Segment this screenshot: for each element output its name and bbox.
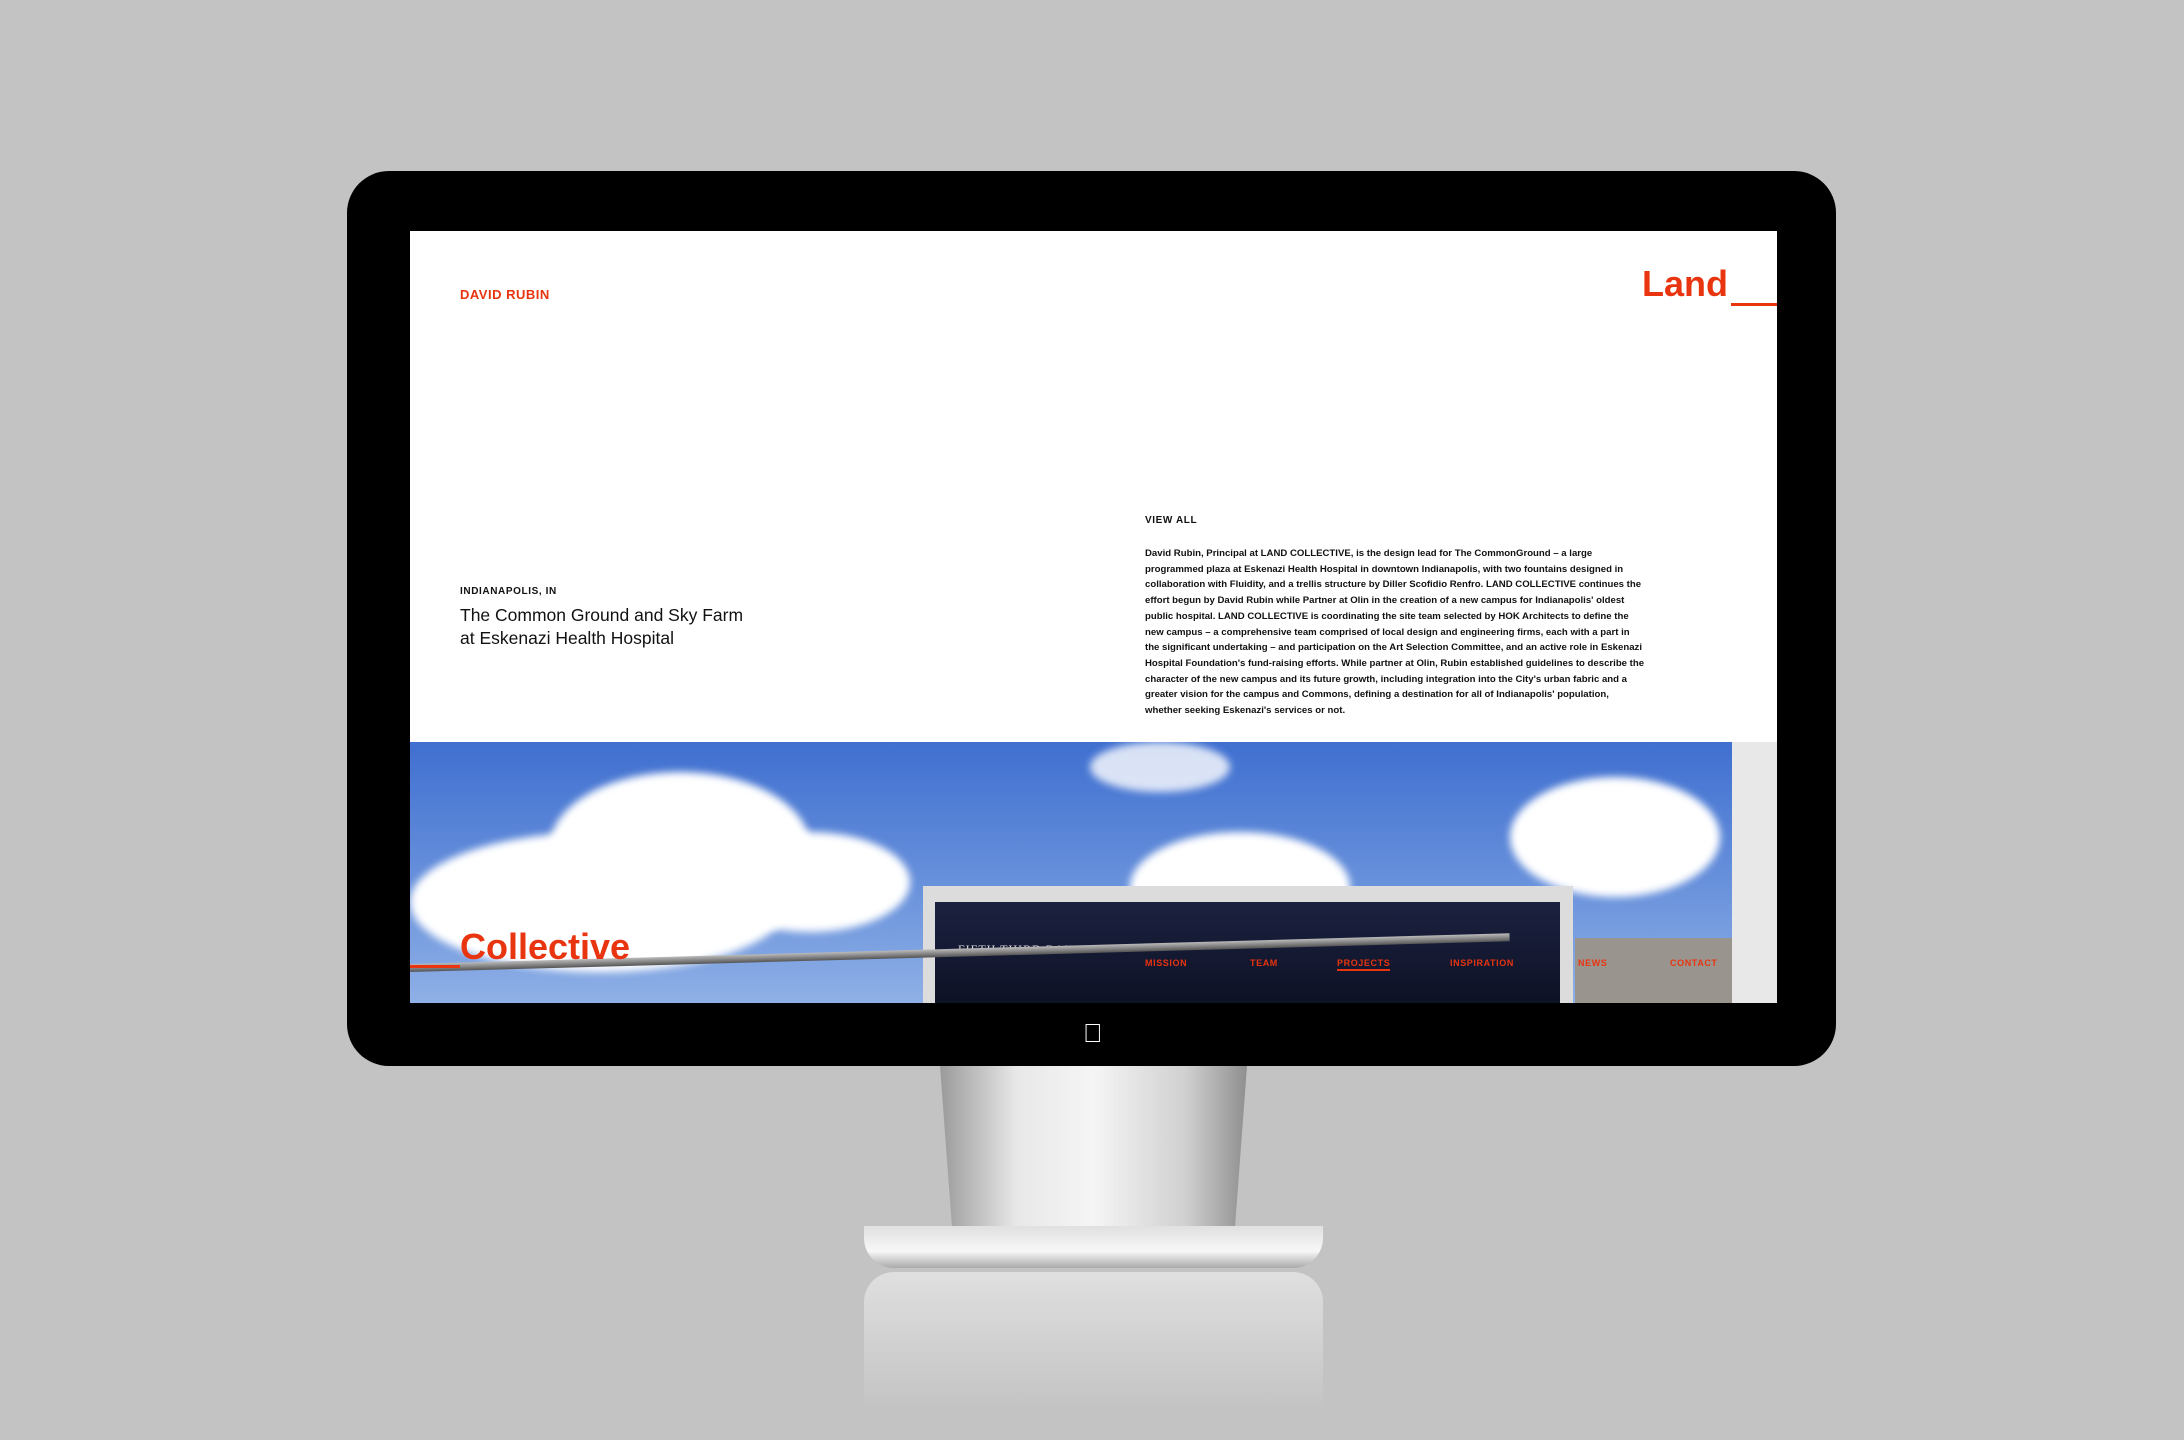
logo-land[interactable]: Land	[1642, 263, 1728, 305]
logo-collective[interactable]: Collective	[460, 926, 630, 968]
monitor-stand-base	[864, 1226, 1323, 1268]
monitor-stand-neck	[940, 1066, 1247, 1231]
white-column	[1732, 742, 1777, 1003]
building-right	[1575, 938, 1735, 1003]
project-photo: FIFTH THIRD BANK Collective MISSION TEAM…	[410, 742, 1777, 1003]
logo-underline	[1731, 303, 1777, 306]
nav-contact[interactable]: CONTACT	[1670, 958, 1718, 968]
nav-mission[interactable]: MISSION	[1145, 958, 1187, 968]
view-all-link[interactable]: VIEW ALL	[1145, 515, 1197, 526]
project-title: The Common Ground and Sky Farm at Eskenaz…	[460, 604, 780, 650]
title-line-2: at Eskenazi Health Hospital	[460, 628, 674, 648]
stand-reflection	[864, 1272, 1323, 1412]
project-description: David Rubin, Principal at LAND COLLECTIV…	[1145, 548, 1645, 717]
title-line-1: The Common Ground and Sky Farm	[460, 605, 744, 625]
nav-news[interactable]: NEWS	[1578, 958, 1607, 968]
nav-projects[interactable]: PROJECTS	[1337, 958, 1391, 971]
nav-team[interactable]: TEAM	[1250, 958, 1278, 968]
author-name[interactable]: DAVID RUBIN	[460, 287, 550, 302]
project-location: INDIANAPOLIS, IN	[460, 586, 557, 597]
website-screen: DAVID RUBIN Land INDIANAPOLIS, IN The Co…	[410, 231, 1777, 1003]
nav-inspiration[interactable]: INSPIRATION	[1450, 958, 1514, 968]
apple-logo-icon: 	[1083, 1018, 1103, 1048]
logo-collective-line	[410, 965, 460, 968]
